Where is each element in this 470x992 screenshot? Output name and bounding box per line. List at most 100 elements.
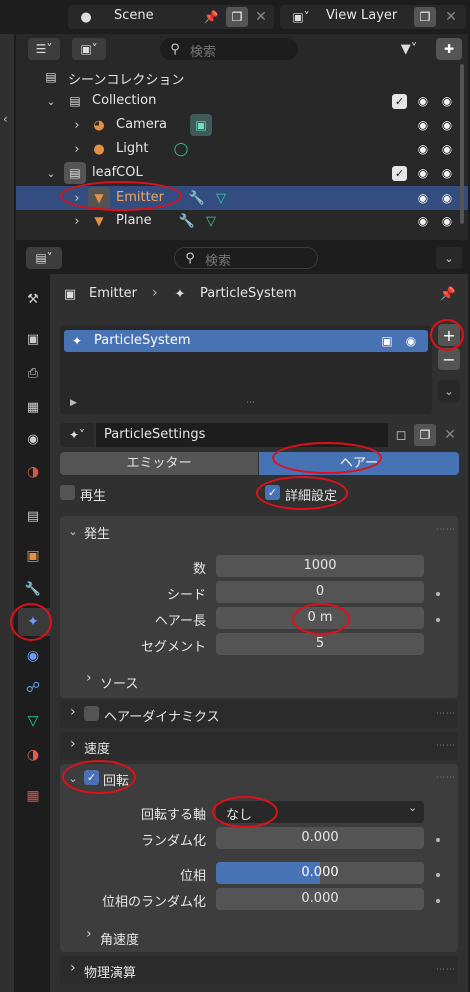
duplicate-view-layer-icon[interactable]: ❐ bbox=[414, 7, 436, 27]
phase-random-field[interactable]: 0.000 bbox=[216, 888, 424, 910]
drag-grip-icon[interactable]: ⋯⋯ bbox=[436, 525, 456, 535]
drag-grip-icon[interactable]: ⋯⋯ bbox=[436, 741, 456, 751]
options-dropdown[interactable]: ⌄ bbox=[436, 247, 462, 269]
playback-checkbox[interactable] bbox=[60, 485, 75, 500]
randomize-field[interactable]: 0.000 bbox=[216, 827, 424, 849]
filter-view-button[interactable]: ▣˅ bbox=[72, 38, 106, 60]
count-field[interactable]: 1000 bbox=[216, 555, 424, 577]
eye-icon[interactable]: ◉ bbox=[414, 92, 432, 110]
keyframe-dot[interactable] bbox=[436, 899, 440, 903]
source-subpanel-header[interactable]: › ソース bbox=[80, 670, 450, 692]
tree-row-collection[interactable]: ⌄ ▤ Collection ✓ ◉ ◉ bbox=[16, 90, 456, 112]
hair-dynamics-panel-header[interactable]: › ヘアーダイナミクス ⋯⋯ bbox=[60, 700, 458, 728]
list-expand-arrow[interactable]: ▶ bbox=[70, 398, 77, 408]
drag-grip-icon[interactable]: ⋯⋯ bbox=[436, 709, 456, 719]
exclude-checkbox[interactable]: ✓ bbox=[392, 166, 407, 181]
mesh-data-icon[interactable]: ▽ bbox=[202, 212, 220, 230]
particle-settings-selector[interactable]: ✦˅ ParticleSettings ◻ ❐ ✕ bbox=[60, 423, 460, 447]
eye-icon[interactable]: ◉ bbox=[414, 212, 432, 230]
object-tab-icon[interactable]: ▣ bbox=[22, 545, 44, 567]
phase-slider[interactable]: 0.000 bbox=[216, 862, 424, 884]
velocity-panel-header[interactable]: › 速度 ⋯⋯ bbox=[60, 732, 458, 760]
list-item[interactable]: ✦ ParticleSystem ▣ ◉ bbox=[64, 330, 428, 352]
camera-render-icon[interactable]: ◉ bbox=[438, 189, 456, 207]
eye-icon[interactable]: ◉ bbox=[414, 189, 432, 207]
camera-render-icon[interactable]: ◉ bbox=[438, 164, 456, 182]
light-data-icon[interactable]: ◯ bbox=[172, 140, 190, 158]
modifier-wrench-icon[interactable]: 🔧 bbox=[188, 189, 206, 207]
keyframe-dot[interactable] bbox=[436, 873, 440, 877]
camera-render-icon[interactable]: ◉ bbox=[438, 140, 456, 158]
chevron-right-icon[interactable]: › bbox=[70, 212, 84, 230]
camera-data-icon[interactable]: ▣ bbox=[190, 114, 212, 136]
pin-icon[interactable]: 📌 bbox=[202, 8, 220, 26]
constraints-tab-icon[interactable]: ☍ bbox=[22, 677, 44, 699]
seed-field[interactable]: 0 bbox=[216, 581, 424, 603]
chevron-down-icon[interactable]: ⌄ bbox=[44, 164, 58, 182]
tree-row-plane[interactable]: › ▼ Plane 🔧 ▽ ◉ ◉ bbox=[16, 210, 456, 232]
drag-grip-icon[interactable]: ⋯⋯ bbox=[436, 773, 456, 783]
scene-tab-icon[interactable]: ◉ bbox=[22, 428, 44, 450]
close-icon[interactable]: ✕ bbox=[440, 424, 460, 446]
camera-render-icon[interactable]: ◉ bbox=[402, 332, 420, 350]
output-tab-icon[interactable]: ⎙ bbox=[22, 362, 44, 384]
pin-icon[interactable]: 📌 bbox=[438, 284, 458, 304]
properties-search-input[interactable]: ⚲ 検索 bbox=[174, 247, 318, 269]
scene-collection-row[interactable]: ▤ シーンコレクション bbox=[16, 66, 456, 88]
segments-field[interactable]: 5 bbox=[216, 633, 424, 655]
keyframe-dot[interactable] bbox=[436, 592, 440, 596]
view-layer-tab-icon[interactable]: ▦ bbox=[22, 396, 44, 418]
drag-grip-icon[interactable]: ⋯⋯ bbox=[436, 965, 456, 975]
camera-render-icon[interactable]: ◉ bbox=[438, 92, 456, 110]
particle-system-list[interactable]: ✦ ParticleSystem ▣ ◉ ▶ ⋯ bbox=[60, 326, 432, 414]
close-icon[interactable]: ✕ bbox=[252, 8, 270, 26]
material-tab-icon[interactable]: ◑ bbox=[22, 744, 44, 766]
hair-dynamics-checkbox[interactable] bbox=[84, 706, 99, 721]
eye-icon[interactable]: ◉ bbox=[414, 116, 432, 134]
tree-row-leafcol[interactable]: ⌄ ▤ leafCOL ✓ ◉ ◉ bbox=[16, 162, 456, 184]
chevron-right-icon[interactable]: › bbox=[70, 140, 84, 158]
exclude-checkbox[interactable]: ✓ bbox=[392, 94, 407, 109]
world-tab-icon[interactable]: ◑ bbox=[22, 461, 44, 483]
list-specials-button[interactable]: ⌄ bbox=[438, 380, 460, 402]
tree-row-camera[interactable]: › ◕ Camera ▣ ◉ ◉ bbox=[16, 114, 456, 136]
editor-type-button[interactable]: ▤˅ bbox=[26, 247, 62, 269]
eye-icon[interactable]: ◉ bbox=[414, 140, 432, 158]
display-mode-button[interactable]: ☰˅ bbox=[28, 38, 60, 60]
eye-icon[interactable]: ◉ bbox=[414, 164, 432, 182]
data-tab-icon[interactable]: ▽ bbox=[22, 710, 44, 732]
filter-icon[interactable]: ▼˅ bbox=[394, 38, 424, 60]
keyframe-dot[interactable] bbox=[436, 838, 440, 842]
physics-panel-header[interactable]: › 物理演算 ⋯⋯ bbox=[60, 956, 458, 984]
angular-velocity-subpanel-header[interactable]: › 角速度 bbox=[80, 926, 450, 948]
fake-user-shield-icon[interactable]: ◻ bbox=[390, 424, 412, 446]
new-collection-button[interactable]: ✚ bbox=[436, 38, 462, 60]
emission-panel-header[interactable]: ⌄ 発生 ⋯⋯ bbox=[60, 516, 458, 546]
list-resize-grip[interactable]: ⋯ bbox=[246, 398, 255, 408]
mesh-data-icon[interactable]: ▽ bbox=[212, 189, 230, 207]
modifier-wrench-icon[interactable]: 🔧 bbox=[178, 212, 196, 230]
view-layer-selector[interactable]: ▣˅ View Layer ❐ ✕ bbox=[280, 5, 466, 29]
tab-emitter[interactable]: エミッター bbox=[60, 452, 258, 475]
close-icon[interactable]: ✕ bbox=[442, 8, 460, 26]
tool-tab-icon[interactable]: ⚒ bbox=[22, 288, 44, 310]
modifier-tab-icon[interactable]: 🔧 bbox=[22, 578, 44, 600]
render-tab-icon[interactable]: ▣ bbox=[22, 328, 44, 350]
duplicate-scene-icon[interactable]: ❐ bbox=[226, 7, 248, 27]
remove-particle-system-button[interactable]: − bbox=[438, 348, 460, 370]
outliner-search-input[interactable]: ⚲ 検索 bbox=[160, 38, 298, 60]
monitor-icon[interactable]: ▣ bbox=[378, 332, 396, 350]
browse-settings-button[interactable]: ✦˅ bbox=[60, 423, 94, 447]
texture-tab-icon[interactable]: ▦ bbox=[22, 785, 44, 807]
collection-tab-icon[interactable]: ▤ bbox=[22, 505, 44, 527]
camera-render-icon[interactable]: ◉ bbox=[438, 116, 456, 134]
tree-row-light[interactable]: › ● Light ◯ ◉ ◉ bbox=[16, 138, 456, 160]
scene-selector[interactable]: ● Scene 📌 ❐ ✕ bbox=[68, 5, 274, 29]
region-toggle-arrow[interactable]: ‹ bbox=[3, 112, 13, 126]
outliner-scrollbar[interactable] bbox=[460, 64, 464, 224]
chevron-right-icon[interactable]: › bbox=[70, 116, 84, 134]
duplicate-settings-icon[interactable]: ❐ bbox=[414, 424, 436, 446]
physics-tab-icon[interactable]: ◉ bbox=[22, 645, 44, 667]
keyframe-dot[interactable] bbox=[436, 618, 440, 622]
camera-render-icon[interactable]: ◉ bbox=[438, 212, 456, 230]
